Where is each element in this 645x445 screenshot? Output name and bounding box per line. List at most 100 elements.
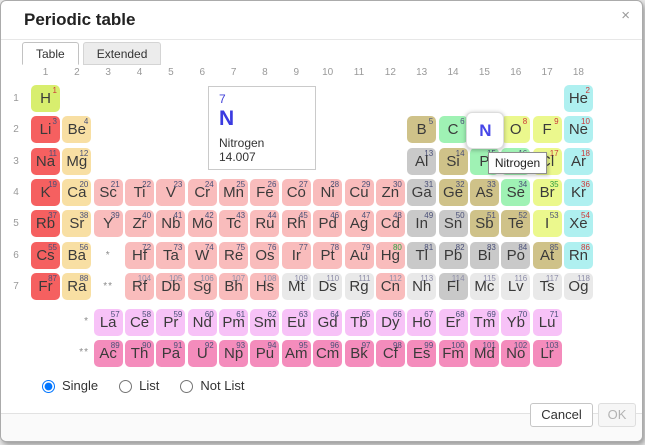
- element-mg[interactable]: 12Mg: [62, 148, 91, 175]
- element-sg[interactable]: 106Sg: [188, 273, 217, 300]
- radio-not-list-input[interactable]: [180, 380, 193, 393]
- element-rh[interactable]: 45Rh: [282, 210, 311, 237]
- element-pm[interactable]: 61Pm: [219, 309, 248, 336]
- element-cr[interactable]: 24Cr: [188, 179, 217, 206]
- element-zr[interactable]: 40Zr: [125, 210, 154, 237]
- element-mn[interactable]: 25Mn: [219, 179, 248, 206]
- element-ho[interactable]: 67Ho: [407, 309, 436, 336]
- element-pu[interactable]: 94Pu: [250, 340, 279, 367]
- element-se[interactable]: 34Se: [501, 179, 530, 206]
- element-cd[interactable]: 48Cd: [376, 210, 405, 237]
- element-cm[interactable]: 96Cm: [313, 340, 342, 367]
- element-am[interactable]: 95Am: [282, 340, 311, 367]
- element-fr[interactable]: 87Fr: [31, 273, 60, 300]
- element-sn[interactable]: 50Sn: [439, 210, 468, 237]
- element-la[interactable]: 57La: [94, 309, 123, 336]
- element-na[interactable]: 11Na: [31, 148, 60, 175]
- element-at[interactable]: 85At: [533, 242, 562, 269]
- element-rf[interactable]: 104Rf: [125, 273, 154, 300]
- element-rb[interactable]: 37Rb: [31, 210, 60, 237]
- element-sc[interactable]: 21Sc: [94, 179, 123, 206]
- tab-extended[interactable]: Extended: [83, 42, 162, 65]
- element-k[interactable]: 19K: [31, 179, 60, 206]
- element-eu[interactable]: 63Eu: [282, 309, 311, 336]
- element-ge[interactable]: 32Ge: [439, 179, 468, 206]
- element-os[interactable]: 76Os: [250, 242, 279, 269]
- radio-not-list[interactable]: Not List: [175, 377, 244, 393]
- element-nd[interactable]: 60Nd: [188, 309, 217, 336]
- element-n[interactable]: N: [466, 112, 504, 149]
- element-po[interactable]: 84Po: [501, 242, 530, 269]
- element-cs[interactable]: 55Cs: [31, 242, 60, 269]
- element-rg[interactable]: 111Rg: [345, 273, 374, 300]
- element-mc[interactable]: 115Mc: [470, 273, 499, 300]
- element-hs[interactable]: 108Hs: [250, 273, 279, 300]
- element-hf[interactable]: 72Hf: [125, 242, 154, 269]
- element-pd[interactable]: 46Pd: [313, 210, 342, 237]
- element-ac[interactable]: 89Ac: [94, 340, 123, 367]
- element-as[interactable]: 33As: [470, 179, 499, 206]
- element-ni[interactable]: 28Ni: [313, 179, 342, 206]
- radio-single[interactable]: Single: [37, 377, 98, 393]
- element-c[interactable]: 6C: [439, 116, 468, 143]
- element-tl[interactable]: 81Tl: [407, 242, 436, 269]
- element-md[interactable]: 101Md: [470, 340, 499, 367]
- element-es[interactable]: 99Es: [407, 340, 436, 367]
- element-ir[interactable]: 77Ir: [282, 242, 311, 269]
- element-ta[interactable]: 73Ta: [156, 242, 185, 269]
- element-mt[interactable]: 109Mt: [282, 273, 311, 300]
- element-ds[interactable]: 110Ds: [313, 273, 342, 300]
- tab-table[interactable]: Table: [22, 42, 79, 65]
- element-co[interactable]: 27Co: [282, 179, 311, 206]
- element-v[interactable]: 23V: [156, 179, 185, 206]
- element-ga[interactable]: 31Ga: [407, 179, 436, 206]
- close-icon[interactable]: ×: [621, 8, 630, 24]
- element-w[interactable]: 74W: [188, 242, 217, 269]
- element-b[interactable]: 5B: [407, 116, 436, 143]
- element-tb[interactable]: 65Tb: [345, 309, 374, 336]
- element-lu[interactable]: 71Lu: [533, 309, 562, 336]
- element-fe[interactable]: 26Fe: [250, 179, 279, 206]
- element-fl[interactable]: 114Fl: [439, 273, 468, 300]
- element-db[interactable]: 105Db: [156, 273, 185, 300]
- element-cu[interactable]: 29Cu: [345, 179, 374, 206]
- element-i[interactable]: 53I: [533, 210, 562, 237]
- element-re[interactable]: 75Re: [219, 242, 248, 269]
- element-yb[interactable]: 70Yb: [501, 309, 530, 336]
- element-bk[interactable]: 97Bk: [345, 340, 374, 367]
- element-er[interactable]: 68Er: [439, 309, 468, 336]
- element-al[interactable]: 13Al: [407, 148, 436, 175]
- element-cf[interactable]: 98Cf: [376, 340, 405, 367]
- element-kr[interactable]: 36Kr: [564, 179, 593, 206]
- element-o[interactable]: 8O: [501, 116, 530, 143]
- element-sr[interactable]: 38Sr: [62, 210, 91, 237]
- element-ti[interactable]: 22Ti: [125, 179, 154, 206]
- element-ra[interactable]: 88Ra: [62, 273, 91, 300]
- element-he[interactable]: 2He: [564, 85, 593, 112]
- element-th[interactable]: 90Th: [125, 340, 154, 367]
- element-np[interactable]: 93Np: [219, 340, 248, 367]
- element-mo[interactable]: 42Mo: [188, 210, 217, 237]
- element-li[interactable]: 3Li: [31, 116, 60, 143]
- element-au[interactable]: 79Au: [345, 242, 374, 269]
- element-ne[interactable]: 10Ne: [564, 116, 593, 143]
- element-f[interactable]: 9F: [533, 116, 562, 143]
- element-og[interactable]: 118Og: [564, 273, 593, 300]
- element-te[interactable]: 52Te: [501, 210, 530, 237]
- element-cn[interactable]: 112Cn: [376, 273, 405, 300]
- element-xe[interactable]: 54Xe: [564, 210, 593, 237]
- element-gd[interactable]: 64Gd: [313, 309, 342, 336]
- element-ca[interactable]: 20Ca: [62, 179, 91, 206]
- element-zn[interactable]: 30Zn: [376, 179, 405, 206]
- element-tc[interactable]: 43Tc: [219, 210, 248, 237]
- element-ag[interactable]: 47Ag: [345, 210, 374, 237]
- element-pb[interactable]: 82Pb: [439, 242, 468, 269]
- element-pa[interactable]: 91Pa: [156, 340, 185, 367]
- element-ba[interactable]: 56Ba: [62, 242, 91, 269]
- element-nb[interactable]: 41Nb: [156, 210, 185, 237]
- element-nh[interactable]: 113Nh: [407, 273, 436, 300]
- element-ru[interactable]: 44Ru: [250, 210, 279, 237]
- element-pr[interactable]: 59Pr: [156, 309, 185, 336]
- element-ar[interactable]: 18Ar: [564, 148, 593, 175]
- element-sb[interactable]: 51Sb: [470, 210, 499, 237]
